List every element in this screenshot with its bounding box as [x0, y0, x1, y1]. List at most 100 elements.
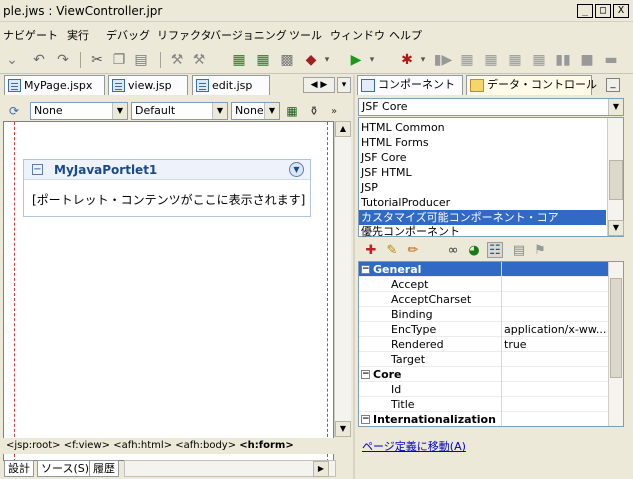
scroll-up-icon[interactable]: ▲	[335, 121, 351, 137]
dropdown-arrow-icon[interactable]: ▾	[363, 51, 381, 69]
edit-icon[interactable]: ✎	[384, 242, 400, 258]
refresh-icon[interactable]: ⟳	[5, 102, 23, 120]
list-item[interactable]: JSF Core	[361, 150, 407, 165]
list-item[interactable]: HTML Common	[361, 120, 445, 135]
dropdown-arrow-icon[interactable]: ▾	[318, 51, 336, 69]
tab-components[interactable]: コンポーネント	[357, 75, 463, 95]
palette-page-select[interactable]: JSF Core ▼	[358, 98, 624, 116]
collapse-icon[interactable]: −	[361, 415, 370, 424]
property-row[interactable]: Target	[359, 352, 608, 367]
group-internationalization[interactable]: − Internationalization	[359, 412, 608, 426]
close-button[interactable]: X	[613, 4, 629, 18]
step-into-icon[interactable]: ▦	[482, 51, 500, 69]
menu-help[interactable]: ヘルプ	[389, 27, 422, 43]
cut-icon[interactable]: ✂	[88, 51, 106, 69]
stop-icon[interactable]: ■	[578, 51, 596, 69]
group-general[interactable]: − General	[359, 262, 608, 277]
list-item-selected[interactable]: カスタマイズ可能コンポーネント・コア	[359, 210, 606, 225]
list-item[interactable]: JSP	[361, 180, 378, 195]
collapse-icon[interactable]: −	[32, 164, 43, 175]
property-row[interactable]: EncType application/x-ww...	[359, 322, 608, 337]
wand-icon[interactable]: ⚒	[168, 51, 186, 69]
property-row[interactable]: Rendered true	[359, 337, 608, 352]
tool-icon[interactable]: ⚒	[190, 51, 208, 69]
menu-window[interactable]: ウィンドウ	[330, 27, 385, 43]
property-row[interactable]: AcceptCharset	[359, 292, 608, 307]
tab-view[interactable]: view.jsp	[108, 75, 188, 95]
redo-icon[interactable]: ↷	[54, 51, 72, 69]
property-vscrollbar[interactable]	[608, 262, 623, 426]
tab-history[interactable]: 履歴	[89, 460, 119, 477]
scroll-thumb[interactable]	[610, 278, 622, 378]
tab-edit[interactable]: edit.jsp	[192, 75, 270, 95]
step-icon[interactable]: ▦	[530, 51, 548, 69]
property-row[interactable]: Id	[359, 382, 608, 397]
link-icon[interactable]: ⚑	[532, 242, 548, 258]
style-select[interactable]: None ▼	[30, 102, 128, 120]
overflow-icon[interactable]: »	[325, 102, 343, 120]
deploy-icon[interactable]: ▩	[278, 51, 296, 69]
collapse-icon[interactable]: −	[361, 370, 370, 379]
font-select[interactable]: Default ▼	[131, 102, 228, 120]
dropdown-arrow-icon[interactable]: ⌄	[3, 51, 21, 69]
tab-mypage[interactable]: MyPage.jspx	[4, 75, 105, 95]
list-item[interactable]: 優先コンポーネント	[361, 224, 460, 239]
property-inspector[interactable]: − General Accept AcceptCharset Binding E…	[358, 261, 624, 427]
menu-versioning[interactable]: バージョニング	[210, 27, 287, 43]
group-core[interactable]: − Core	[359, 367, 608, 382]
maximize-button[interactable]: □	[595, 4, 611, 18]
menu-run[interactable]: 実行	[67, 27, 89, 43]
build-icon[interactable]: ▦	[230, 51, 248, 69]
paste-icon[interactable]: ▤	[132, 51, 150, 69]
table-icon[interactable]: ▦	[283, 102, 301, 120]
database-icon[interactable]: ▤	[511, 242, 527, 258]
property-row[interactable]: Title	[359, 397, 608, 412]
pause-icon[interactable]: ▮▮	[554, 51, 572, 69]
editor-vscrollbar[interactable]: ▲ ▼	[334, 121, 351, 437]
tab-nav-arrows[interactable]: ◀ ▶	[303, 77, 335, 93]
go-to-page-definition-link[interactable]: ページ定義に移動(A)	[362, 438, 466, 454]
step-out-icon[interactable]: ▦	[506, 51, 524, 69]
scroll-thumb[interactable]	[609, 160, 623, 200]
pencil-icon[interactable]: ✏	[405, 242, 421, 258]
color-wheel-icon[interactable]: ◕	[466, 242, 482, 258]
scroll-down-icon[interactable]: ▼	[335, 421, 351, 437]
step-over-icon[interactable]: ▦	[458, 51, 476, 69]
resume-icon[interactable]: ▮▶	[434, 51, 452, 69]
build-all-icon[interactable]: ▦	[254, 51, 272, 69]
portlet-menu-icon[interactable]: ▼	[289, 162, 304, 177]
breadcrumb-path[interactable]: <jsp:root> <f:view> <afh:html> <afh:body…	[6, 440, 239, 451]
scroll-right-icon[interactable]: ▶	[313, 461, 329, 477]
pin-icon[interactable]: ✚	[363, 242, 379, 258]
menu-refactor[interactable]: リファクタ	[157, 27, 212, 43]
scroll-down-icon[interactable]: ▼	[608, 220, 624, 236]
dropdown-arrow-icon[interactable]: ▾	[414, 51, 432, 69]
tab-source[interactable]: ソース(S)	[37, 460, 94, 477]
tab-data-controls[interactable]: データ・コントロール	[466, 75, 597, 95]
tab-design[interactable]: 設計	[4, 460, 34, 477]
categorized-icon[interactable]: ☷	[487, 242, 503, 258]
menu-tools[interactable]: ツール	[289, 27, 322, 43]
copy-icon[interactable]: ❐	[110, 51, 128, 69]
minimize-panel-button[interactable]: _	[606, 78, 620, 92]
undo-icon[interactable]: ↶	[30, 51, 48, 69]
list-item[interactable]: TutorialProducer	[361, 195, 450, 210]
collapse-icon[interactable]: −	[361, 265, 370, 274]
paint-bucket-icon[interactable]: ⚱	[305, 102, 323, 120]
list-vscrollbar[interactable]: ▼	[607, 118, 624, 236]
list-item[interactable]: JSF HTML	[361, 165, 412, 180]
tab-list-dropdown[interactable]: ▾	[337, 77, 351, 93]
binoculars-icon[interactable]: ∞	[445, 242, 461, 258]
component-page-list[interactable]: HTML Common HTML Forms JSF Core JSF HTML…	[358, 117, 624, 239]
size-select[interactable]: None ▼	[231, 102, 280, 120]
editor-hscrollbar[interactable]	[124, 460, 336, 477]
property-row[interactable]: Accept	[359, 277, 608, 292]
breadcrumb-current[interactable]: <h:form>	[239, 440, 293, 451]
trash-icon[interactable]: ▬	[602, 51, 620, 69]
list-item[interactable]: HTML Forms	[361, 135, 429, 150]
menu-navigate[interactable]: ナビゲート	[3, 27, 58, 43]
minimize-button[interactable]: _	[577, 4, 593, 18]
portlet-container[interactable]: − MyJavaPortlet1 ▼ [ポートレット・コンテンツがここに表示され…	[23, 159, 311, 217]
property-row[interactable]: Binding	[359, 307, 608, 322]
menu-debug[interactable]: デバッグ	[106, 27, 150, 43]
